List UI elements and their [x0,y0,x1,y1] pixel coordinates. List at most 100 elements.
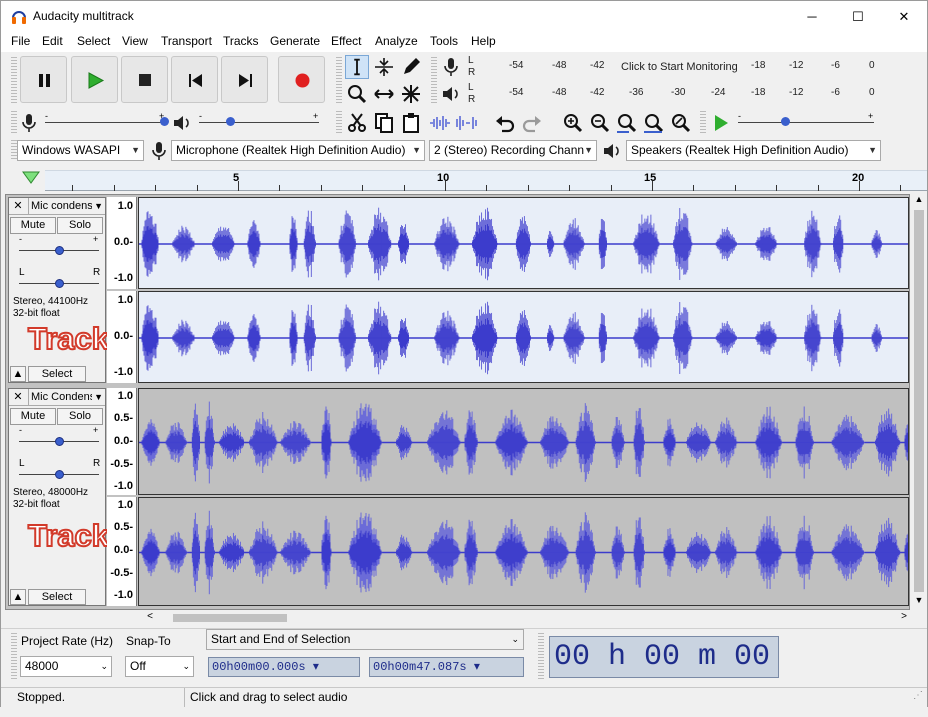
menu-view[interactable]: View [122,34,148,48]
track-name[interactable]: Mic condens [28,198,92,214]
pause-button[interactable] [20,56,67,103]
selection-end-time[interactable]: 00h00m47.087s ▾ [369,657,524,677]
record-button[interactable] [278,56,325,103]
zoom-in-icon[interactable] [561,111,585,135]
undo-icon[interactable] [493,111,517,135]
playback-device-select[interactable]: Speakers (Realtek High Definition Audio)… [626,140,881,161]
track-menu-dropdown-icon[interactable]: ▼ [94,198,103,214]
scroll-down-icon[interactable]: ▼ [911,595,927,609]
stop-button[interactable] [121,56,168,103]
solo-button[interactable]: Solo [57,217,103,234]
pan-slider[interactable]: L R [19,267,100,289]
gain-knob[interactable] [55,437,64,446]
menu-edit[interactable]: Edit [42,34,63,48]
fit-selection-icon[interactable] [615,111,639,135]
horizontal-scrollbar[interactable]: < > [143,611,911,625]
vertical-scrollbar[interactable]: ▲ ▼ [911,194,927,610]
cut-icon[interactable] [345,111,369,135]
close-window-button[interactable]: ✕ [881,1,927,32]
play-button[interactable] [71,56,118,103]
playback-meter-speaker-icon[interactable] [439,82,463,106]
vertical-ruler[interactable]: 1.0 0.5- 0.0- -0.5- -1.0 [107,388,137,495]
play-at-speed-icon[interactable] [709,111,733,135]
time-toolbar-grip[interactable] [538,633,544,679]
playback-meter[interactable]: -54 -48 -42 -36 -30 -24 -18 -12 -6 0 [479,82,879,106]
edit-grip[interactable] [336,111,342,135]
multi-tool-icon[interactable] [399,82,423,106]
collapse-track-icon[interactable]: ▲ [10,589,26,605]
menu-analyze[interactable]: Analyze [375,34,418,48]
menu-generate[interactable]: Generate [270,34,320,48]
track-control-panel[interactable]: ✕ Mic Condens ▼ Mute Solo - + L R Stereo… [8,388,106,606]
vertical-ruler[interactable]: 1.0 0.0- -1.0 [107,291,137,383]
skip-to-end-button[interactable] [221,56,268,103]
menu-file[interactable]: File [11,34,30,48]
recording-channels-select[interactable]: 2 (Stereo) Recording Chann ▼ [429,140,597,161]
zoom-toggle-icon[interactable] [669,111,693,135]
recording-volume-slider[interactable]: - + [45,111,169,131]
zoom-out-icon[interactable] [588,111,612,135]
resize-grip-icon[interactable]: ⋰ [913,690,923,701]
audio-clip-left[interactable] [138,388,909,495]
selection-start-time[interactable]: 00h00m00.000s ▾ [208,657,360,677]
track-menu-dropdown-icon[interactable]: ▼ [94,389,103,405]
meter-grip[interactable] [431,57,437,105]
record-meter-mic-icon[interactable] [439,55,463,79]
snap-to-select[interactable]: Off ⌄ [125,656,194,677]
maximize-button[interactable]: ☐ [835,1,881,32]
fit-project-icon[interactable] [642,111,666,135]
zoom-tool-icon[interactable] [345,82,369,106]
recording-device-select[interactable]: Microphone (Realtek High Definition Audi… [171,140,425,161]
slider-knob[interactable] [160,117,169,126]
solo-button[interactable]: Solo [57,408,103,425]
scroll-right-icon[interactable]: > [897,611,911,625]
minimize-button[interactable]: ─ [789,1,835,32]
audio-clip-right[interactable] [138,291,909,383]
menu-help[interactable]: Help [471,34,496,48]
scroll-left-icon[interactable]: < [143,611,157,625]
paste-icon[interactable] [399,111,423,135]
selection-grip[interactable] [11,633,17,679]
play-at-speed-grip[interactable] [700,111,706,135]
mute-button[interactable]: Mute [10,408,56,425]
selection-mode-select[interactable]: Start and End of Selection ⌄ [206,629,524,650]
menu-effect[interactable]: Effect [331,34,361,48]
menu-tracks[interactable]: Tracks [223,34,259,48]
gain-knob[interactable] [55,246,64,255]
pan-knob[interactable] [55,470,64,479]
trim-audio-icon[interactable] [428,111,452,135]
gain-slider[interactable]: - + [19,234,99,256]
pan-slider[interactable]: L R [19,458,100,480]
playback-volume-slider[interactable]: - + [199,111,323,131]
scroll-up-icon[interactable]: ▲ [911,194,927,208]
silence-audio-icon[interactable] [454,111,478,135]
pan-knob[interactable] [55,279,64,288]
track-name[interactable]: Mic Condens [28,389,92,405]
draw-tool-icon[interactable] [399,55,423,79]
audio-clip-left[interactable] [138,197,909,289]
scroll-thumb[interactable] [173,614,287,622]
gain-slider[interactable]: - + [19,425,99,447]
timeline-options-icon[interactable] [21,169,41,185]
menu-transport[interactable]: Transport [161,34,212,48]
audio-clip-right[interactable] [138,497,909,606]
selection-tool-icon[interactable] [345,55,369,79]
slider-knob[interactable] [226,117,235,126]
click-to-start-monitoring[interactable]: Click to Start Monitoring [621,61,738,73]
collapse-track-icon[interactable]: ▲ [10,366,26,382]
select-track-button[interactable]: Select [28,366,86,382]
toolbar-grip[interactable] [11,57,17,103]
scroll-thumb[interactable] [914,210,924,592]
vertical-ruler[interactable]: 1.0 0.0- -1.0 [107,197,137,289]
tools-grip[interactable] [336,57,342,105]
close-track-icon[interactable]: ✕ [11,198,25,214]
redo-icon[interactable] [520,111,544,135]
slider-knob[interactable] [781,117,790,126]
project-rate-select[interactable]: 48000 ⌄ [20,656,112,677]
menu-select[interactable]: Select [77,34,110,48]
audio-host-select[interactable]: Windows WASAPI ▼ [17,140,144,161]
copy-icon[interactable] [372,111,396,135]
select-track-button[interactable]: Select [28,589,86,605]
vertical-ruler[interactable]: 1.0 0.5- 0.0- -0.5- -1.0 [107,497,137,606]
track-title-bar[interactable]: ✕ Mic condens ▼ [9,198,105,215]
